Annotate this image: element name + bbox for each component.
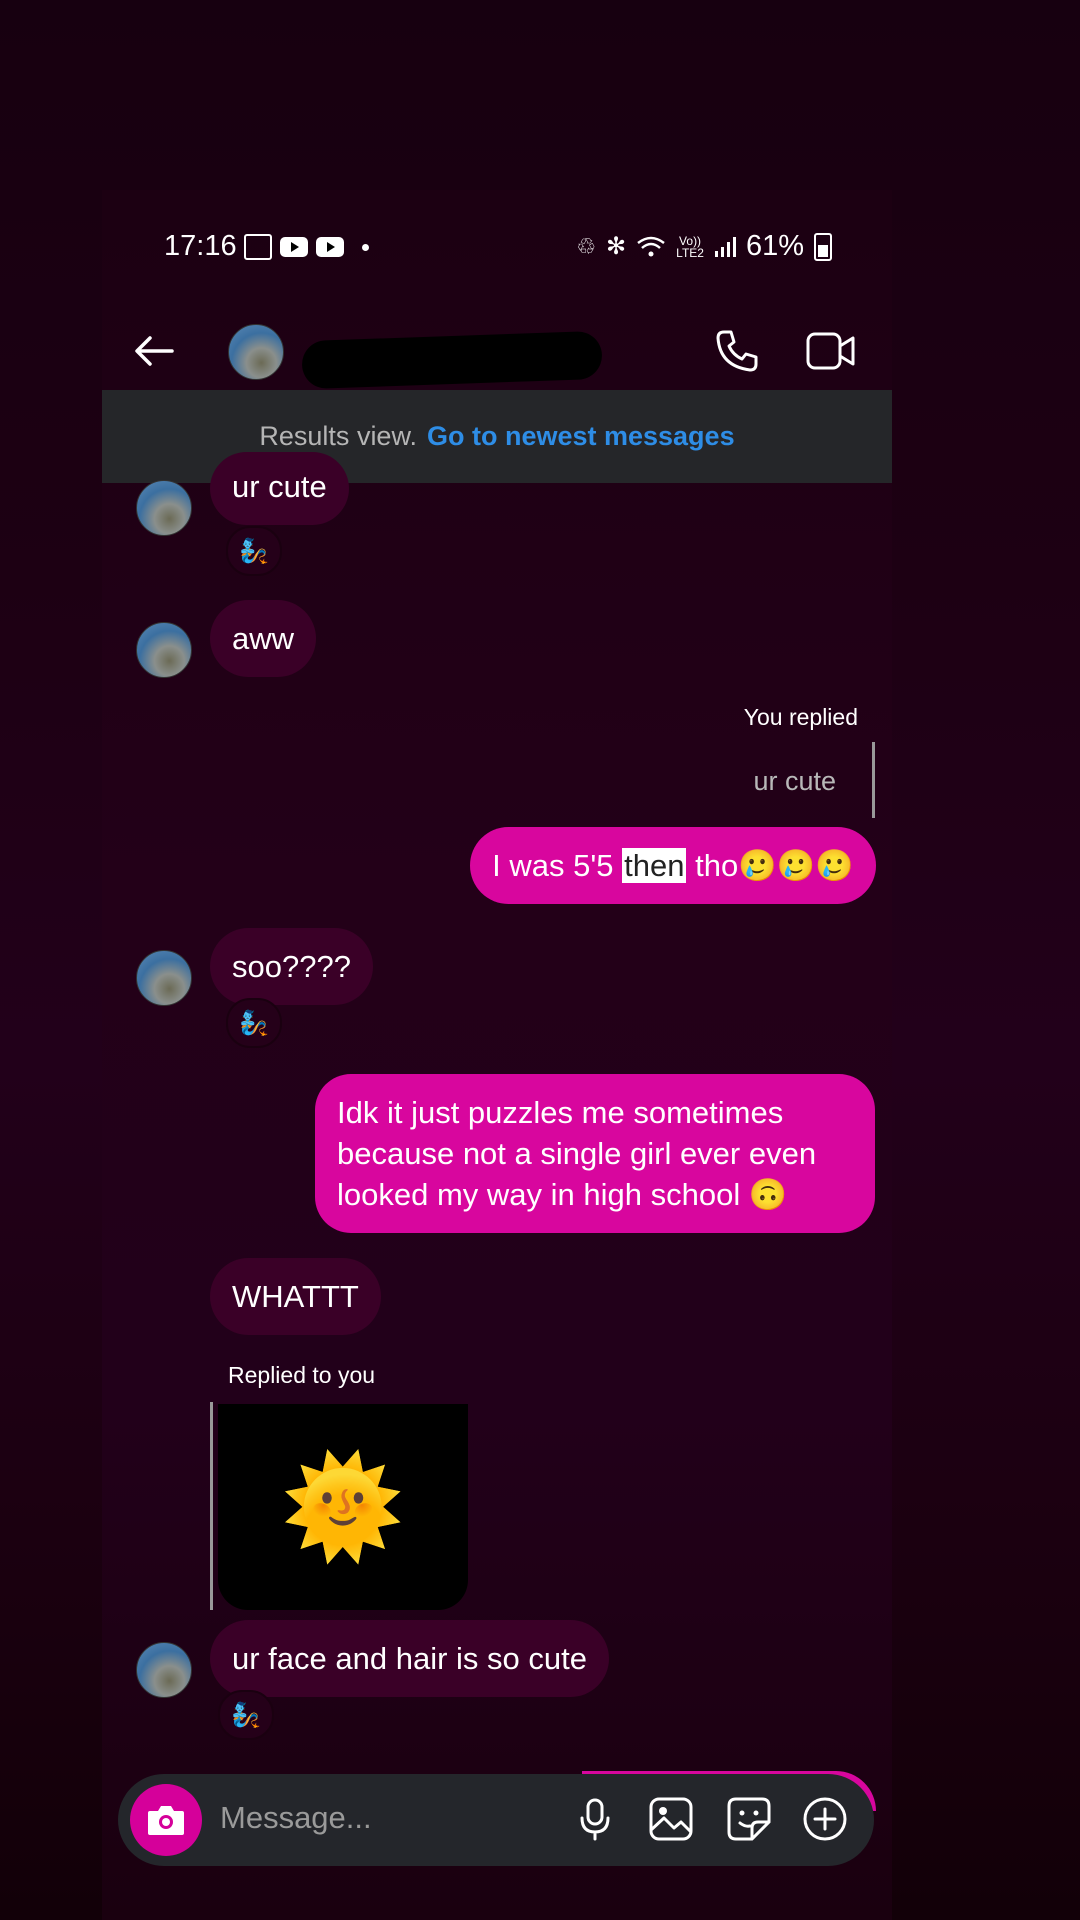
microphone-icon[interactable] [572, 1796, 618, 1842]
dm-screen: 17:16 ♲ ✻ Vo)) LTE2 61% Results view. Go … [102, 190, 892, 1920]
message-text: I was 5'5 [492, 848, 623, 883]
phone-icon[interactable] [714, 328, 760, 374]
reply-bar [872, 742, 875, 818]
sender-avatar[interactable] [136, 1642, 192, 1698]
camera-icon [148, 1806, 184, 1835]
incoming-message[interactable]: WHATTT [210, 1258, 381, 1335]
battery-saver-icon: ♲ [576, 233, 597, 259]
status-bar: 17:16 ♲ ✻ Vo)) LTE2 61% [102, 230, 892, 270]
notification-icons [244, 234, 369, 260]
message-composer: Message... [118, 1774, 874, 1866]
youtube-icon [316, 237, 344, 257]
dot-icon [362, 243, 369, 251]
you-replied-label: You replied [743, 704, 858, 730]
highlighted-search-term: then [622, 848, 687, 883]
genie-reaction: 🧞 [239, 537, 269, 565]
reaction-badge[interactable]: 🧞 [226, 998, 282, 1048]
message-text: tho🥲🥲🥲 [686, 848, 854, 883]
image-icon[interactable] [648, 1796, 694, 1842]
replied-quote[interactable]: ur cute [753, 766, 836, 797]
contact-avatar[interactable] [228, 324, 284, 380]
outgoing-message[interactable]: Idk it just puzzles me sometimes because… [315, 1074, 875, 1233]
battery-icon [814, 232, 832, 261]
dex-icon [244, 234, 272, 260]
system-icons: ♲ ✻ Vo)) LTE2 61% [576, 230, 832, 263]
incoming-message[interactable]: ur cute [210, 452, 349, 525]
sun-emoji: 🌞 [280, 1450, 406, 1563]
back-arrow-icon[interactable] [132, 328, 178, 374]
reply-bar [210, 1402, 213, 1610]
sender-avatar[interactable] [136, 480, 192, 536]
volte-icon: Vo)) LTE2 [676, 233, 704, 260]
status-time: 17:16 [164, 230, 237, 262]
signal-icon [714, 236, 736, 257]
battery-percent: 61% [745, 230, 804, 262]
incoming-message[interactable]: aww [210, 600, 317, 677]
genie-reaction: 🧞 [231, 1701, 261, 1729]
message-input[interactable]: Message... [220, 1800, 372, 1836]
bluetooth-icon: ✻ [606, 233, 627, 260]
reaction-badge[interactable]: 🧞 [226, 526, 282, 576]
incoming-message[interactable]: soo???? [210, 928, 373, 1005]
outgoing-message[interactable]: I was 5'5 then tho🥲🥲🥲 [470, 827, 876, 904]
camera-button[interactable] [130, 1784, 202, 1856]
sticker-icon[interactable] [726, 1796, 772, 1842]
redacted-contact-name [301, 330, 603, 390]
youtube-icon [280, 237, 308, 257]
replied-to-you-label: Replied to you [228, 1362, 376, 1388]
results-view-text: Results view. [259, 421, 417, 451]
genie-reaction: 🧞 [239, 1009, 269, 1037]
sender-avatar[interactable] [136, 950, 192, 1006]
replied-image[interactable]: 🌞 [218, 1404, 468, 1610]
reaction-badge[interactable]: 🧞 [218, 1690, 274, 1740]
sender-avatar[interactable] [136, 622, 192, 678]
video-camera-icon[interactable] [806, 330, 856, 372]
go-to-newest-link[interactable]: Go to newest messages [427, 421, 735, 452]
incoming-message[interactable]: ur face and hair is so cute [210, 1620, 609, 1697]
wifi-icon [637, 236, 665, 256]
plus-circle-icon[interactable] [802, 1796, 848, 1842]
